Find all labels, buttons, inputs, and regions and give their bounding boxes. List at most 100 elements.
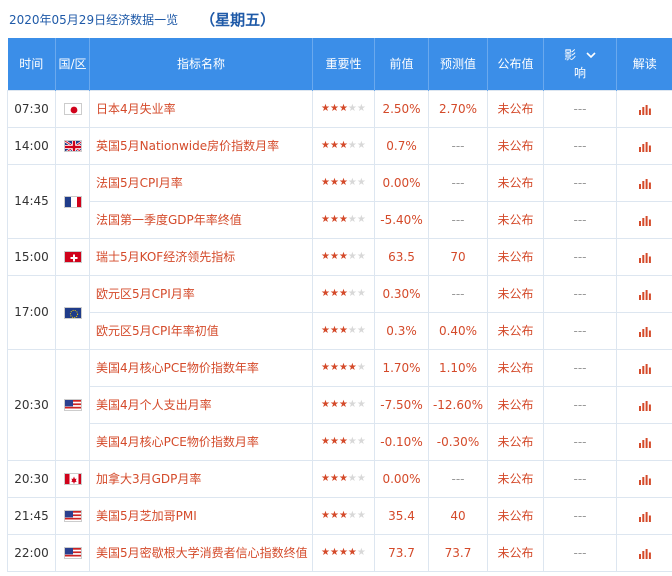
bar-chart-icon[interactable] — [638, 437, 651, 448]
star-filled-icon: ★ — [329, 473, 339, 484]
time-cell: 20:30 — [7, 459, 56, 498]
analysis-cell[interactable] — [616, 348, 672, 387]
indicator-name[interactable]: 欧元区5月CPI月率 — [89, 274, 313, 313]
importance-rating: ★★★★★ — [312, 237, 375, 276]
analysis-cell[interactable] — [616, 200, 672, 239]
star-empty-icon: ★ — [356, 325, 366, 336]
star-empty-icon: ★ — [347, 251, 357, 262]
star-filled-icon: ★ — [338, 399, 348, 410]
bar-chart-icon[interactable] — [638, 289, 651, 300]
table-row: 欧元区5月CPI年率初值 ★★★★★ 0.3% 0.40% 未公布 --- — [8, 311, 672, 350]
analysis-cell[interactable] — [616, 311, 672, 350]
impact-value: --- — [543, 89, 617, 128]
analysis-cell[interactable] — [616, 126, 672, 165]
star-empty-icon: ★ — [356, 177, 366, 188]
star-empty-icon: ★ — [347, 325, 357, 336]
region-cell — [55, 459, 90, 498]
impact-value: --- — [543, 385, 617, 424]
indicator-name[interactable]: 美国5月芝加哥PMI — [89, 496, 313, 535]
indicator-name[interactable]: 日本4月失业率 — [89, 89, 313, 128]
star-empty-icon: ★ — [347, 288, 357, 299]
star-filled-icon: ★ — [321, 103, 330, 114]
star-filled-icon: ★ — [338, 288, 348, 299]
analysis-cell[interactable] — [616, 459, 672, 498]
page-title: 2020年05月29日经济数据一览 — [9, 12, 179, 27]
star-filled-icon: ★ — [329, 103, 339, 114]
col-previous: 前值 — [374, 38, 429, 90]
indicator-name[interactable]: 瑞士5月KOF经济领先指标 — [89, 237, 313, 276]
indicator-name[interactable]: 法国第一季度GDP年率终值 — [89, 200, 313, 239]
bar-chart-icon[interactable] — [638, 548, 651, 559]
impact-value: --- — [543, 126, 617, 165]
star-empty-icon: ★ — [356, 251, 366, 262]
analysis-cell[interactable] — [616, 274, 672, 313]
table-row: 14:45 法国5月CPI月率 ★★★★★ 0.00% --- 未公布 --- — [7, 163, 672, 239]
chevron-down-icon[interactable] — [586, 46, 596, 64]
star-empty-icon: ★ — [356, 288, 366, 299]
economic-calendar-table: 时间 国/区 指标名称 重要性 前值 预测值 公布值 影 响 解读 07:30 日… — [7, 38, 672, 572]
star-empty-icon: ★ — [356, 436, 366, 447]
indicator-name[interactable]: 美国4月个人支出月率 — [89, 385, 313, 424]
star-empty-icon: ★ — [347, 510, 357, 521]
time-cell: 14:00 — [7, 126, 56, 165]
analysis-cell[interactable] — [616, 533, 672, 572]
previous-value: 1.70% — [374, 348, 429, 387]
star-filled-icon: ★ — [329, 547, 339, 558]
indicator-name[interactable]: 加拿大3月GDP月率 — [89, 459, 313, 498]
star-filled-icon: ★ — [338, 325, 348, 336]
star-filled-icon: ★ — [329, 251, 339, 262]
forecast-value: -0.30% — [428, 422, 488, 461]
bar-chart-icon[interactable] — [638, 141, 651, 152]
indicator-name[interactable]: 英国5月Nationwide房价指数月率 — [89, 126, 313, 165]
importance-rating: ★★★★★ — [312, 274, 375, 313]
star-filled-icon: ★ — [321, 140, 330, 151]
star-filled-icon: ★ — [338, 251, 348, 262]
bar-chart-icon[interactable] — [638, 104, 651, 115]
star-filled-icon: ★ — [338, 103, 348, 114]
impact-value: --- — [543, 274, 617, 313]
bar-chart-icon[interactable] — [638, 474, 651, 485]
indicator-name[interactable]: 美国4月核心PCE物价指数月率 — [89, 422, 313, 461]
star-empty-icon: ★ — [356, 473, 366, 484]
indicator-name[interactable]: 法国5月CPI月率 — [89, 163, 313, 202]
analysis-cell[interactable] — [616, 89, 672, 128]
bar-chart-icon[interactable] — [638, 178, 651, 189]
col-importance: 重要性 — [312, 38, 375, 90]
weekday-label: （星期五） — [200, 10, 276, 29]
col-time: 时间 — [7, 38, 56, 90]
bar-chart-icon[interactable] — [638, 363, 651, 374]
analysis-cell[interactable] — [616, 385, 672, 424]
star-filled-icon: ★ — [321, 436, 330, 447]
indicator-name[interactable]: 美国5月密歇根大学消费者信心指数终值 — [89, 533, 313, 572]
star-empty-icon: ★ — [356, 103, 366, 114]
star-empty-icon: ★ — [347, 473, 357, 484]
star-filled-icon: ★ — [338, 473, 348, 484]
impact-label-top: 影 — [564, 47, 577, 62]
bar-chart-icon[interactable] — [638, 511, 651, 522]
star-filled-icon: ★ — [329, 288, 339, 299]
indicator-name[interactable]: 欧元区5月CPI年率初值 — [89, 311, 313, 350]
analysis-cell[interactable] — [616, 422, 672, 461]
bar-chart-icon[interactable] — [638, 326, 651, 337]
bar-chart-icon[interactable] — [638, 215, 651, 226]
actual-value: 未公布 — [487, 311, 544, 350]
star-filled-icon: ★ — [338, 177, 348, 188]
star-empty-icon: ★ — [347, 103, 357, 114]
bar-chart-icon[interactable] — [638, 252, 651, 263]
region-cell — [55, 163, 90, 239]
star-empty-icon: ★ — [356, 399, 366, 410]
analysis-cell[interactable] — [616, 496, 672, 535]
analysis-cell[interactable] — [616, 237, 672, 276]
previous-value: -5.40% — [374, 200, 429, 239]
analysis-cell[interactable] — [616, 163, 672, 202]
forecast-value: --- — [428, 200, 488, 239]
star-filled-icon: ★ — [347, 362, 357, 373]
time-cell: 22:00 — [7, 533, 56, 572]
previous-value: 0.00% — [374, 459, 429, 498]
col-impact[interactable]: 影 响 — [543, 38, 617, 90]
forecast-value: --- — [428, 126, 488, 165]
indicator-name[interactable]: 美国4月核心PCE物价指数年率 — [89, 348, 313, 387]
forecast-value: --- — [428, 163, 488, 202]
star-filled-icon: ★ — [321, 288, 330, 299]
bar-chart-icon[interactable] — [638, 400, 651, 411]
